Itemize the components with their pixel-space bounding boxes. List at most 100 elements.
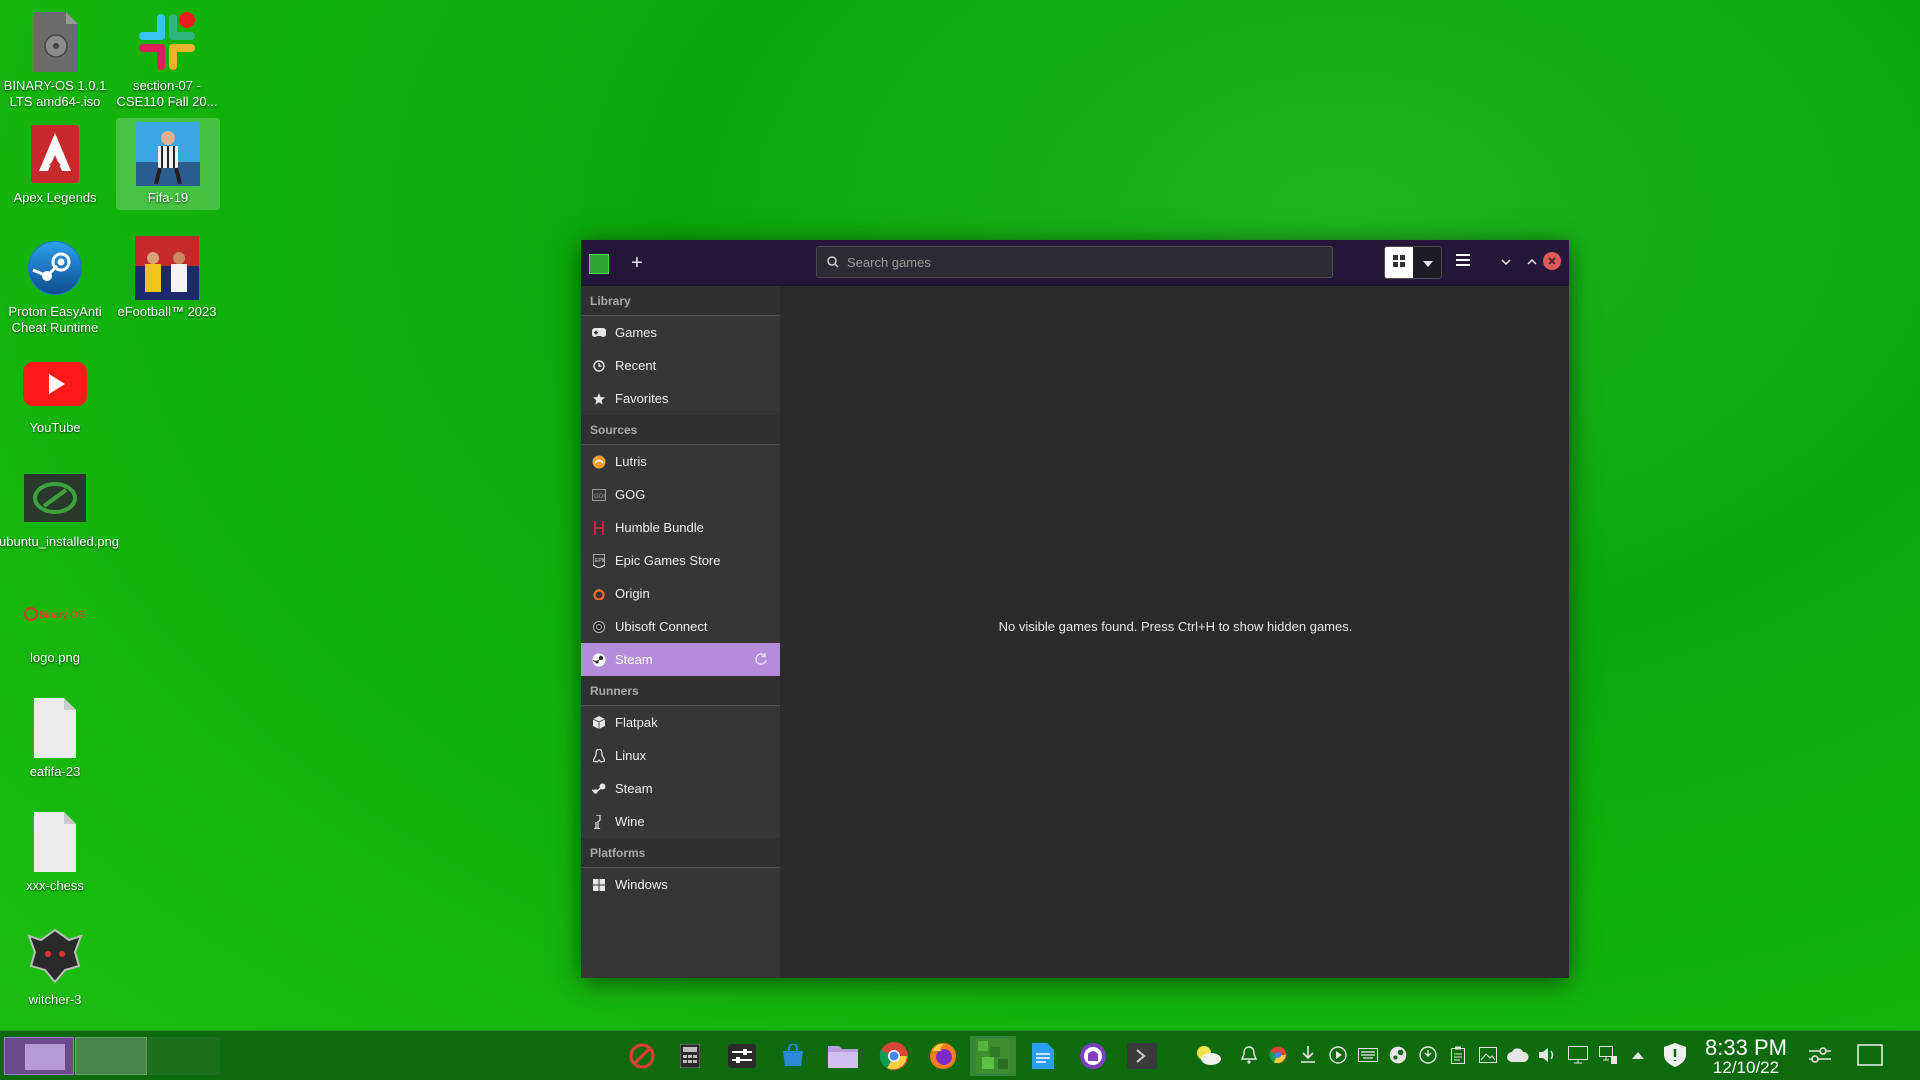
desktop-icon-binary-os-iso[interactable]: BINARY-OS 1.0.1 LTS amd64-.iso — [0, 6, 110, 116]
desktop-icon-youtube[interactable]: YouTube — [0, 348, 110, 458]
sync-icon[interactable] — [754, 652, 768, 669]
no-entry-icon[interactable] — [621, 1036, 663, 1076]
clock[interactable]: 8:33 PM 12/10/22 — [1700, 1037, 1792, 1077]
desktop-icon-xxx-chess[interactable]: xxx-chess — [0, 806, 110, 916]
sidebar-item-favorites[interactable]: Favorites — [581, 382, 780, 415]
youtube-icon — [23, 352, 87, 416]
desktop-icon-witcher-3[interactable]: witcher-3 — [0, 920, 110, 1030]
notification-icon[interactable] — [1238, 1044, 1260, 1066]
grid-view-button[interactable] — [1385, 247, 1413, 278]
binary-os-logo-icon: Binary OS — [23, 582, 87, 646]
view-options-dropdown[interactable] — [1414, 247, 1442, 278]
desktop-icon-label: witcher-3 — [28, 992, 82, 1007]
settings-sliders-icon[interactable] — [721, 1036, 763, 1076]
desktop-icon-ubuntu-installed[interactable]: ubuntu_installed.png — [0, 462, 119, 572]
display-icon[interactable] — [1567, 1044, 1589, 1066]
desktop-icon-proton-easyanticheat[interactable]: Proton EasyAnti Cheat Runtime — [0, 232, 110, 342]
apex-legends-icon — [23, 122, 87, 186]
sidebar-item-label: Windows — [615, 877, 668, 892]
sidebar-item-label: Flatpak — [615, 715, 658, 730]
witcher-icon — [23, 924, 87, 988]
keyboard-icon[interactable] — [1357, 1044, 1379, 1066]
sidebar-item-label: Epic Games Store — [615, 553, 721, 568]
update-icon[interactable] — [1417, 1044, 1439, 1066]
weather-icon[interactable] — [1194, 1044, 1222, 1066]
desktop-icon-label: Apex Legends — [13, 190, 97, 205]
sidebar-item-label: Steam — [615, 781, 653, 796]
cloud-icon[interactable] — [1507, 1044, 1529, 1066]
file-manager-icon[interactable] — [822, 1036, 864, 1076]
fifa-19-icon — [136, 122, 200, 186]
main-menu-button[interactable] — [1451, 250, 1475, 274]
sidebar-item-windows[interactable]: Windows — [581, 868, 780, 901]
desktop-icon-logo-png[interactable]: Binary OS logo.png — [0, 578, 110, 688]
screenshot-icon[interactable] — [1477, 1044, 1499, 1066]
slack-icon — [135, 10, 199, 74]
desktop-icon-fifa-19[interactable]: Fifa-19 — [116, 118, 220, 210]
workspace-3[interactable] — [148, 1037, 220, 1075]
firefox-icon[interactable] — [922, 1036, 964, 1076]
sidebar-item-flatpak[interactable]: Flatpak — [581, 706, 780, 739]
sidebar-item-lutris[interactable]: Lutris — [581, 445, 780, 478]
quick-settings-icon[interactable] — [1806, 1044, 1834, 1066]
lutris-window: + Search games Library Games Recent Favo… — [581, 240, 1569, 978]
download-icon[interactable] — [1297, 1044, 1319, 1066]
steam-tray-icon[interactable] — [1387, 1044, 1409, 1066]
security-shield-icon[interactable] — [1662, 1043, 1688, 1067]
desktop-icon-label: Fifa-19 — [147, 190, 189, 205]
workspace-2[interactable] — [75, 1037, 147, 1075]
sidebar-item-ubisoft-connect[interactable]: Ubisoft Connect — [581, 610, 780, 643]
workspace-1[interactable] — [4, 1037, 74, 1075]
chrome-tray-icon[interactable] — [1267, 1044, 1289, 1066]
show-desktop-icon[interactable] — [1856, 1044, 1884, 1066]
sidebar-header-runners: Runners — [581, 676, 780, 706]
store-icon[interactable] — [772, 1036, 814, 1076]
sidebar-item-recent[interactable]: Recent — [581, 349, 780, 382]
desktop-icon-apex-legends[interactable]: Apex Legends — [0, 118, 110, 228]
title-bar[interactable]: + — [581, 240, 1569, 286]
calculator-icon[interactable] — [669, 1036, 711, 1076]
lutris-icon — [592, 455, 606, 469]
sidebar-item-linux[interactable]: Linux — [581, 739, 780, 772]
sidebar-item-origin[interactable]: Origin — [581, 577, 780, 610]
expand-tray-icon[interactable] — [1627, 1044, 1649, 1066]
text-editor-icon[interactable] — [1022, 1036, 1064, 1076]
github-icon[interactable] — [1072, 1036, 1114, 1076]
chrome-icon[interactable] — [873, 1036, 915, 1076]
epic-games-icon: EPIC — [592, 553, 606, 568]
add-game-button[interactable]: + — [625, 250, 649, 276]
sidebar-item-steam-source[interactable]: Steam — [581, 643, 780, 676]
games-view: No visible games found. Press Ctrl+H to … — [782, 286, 1569, 978]
sidebar-item-wine[interactable]: Wine — [581, 805, 780, 838]
sidebar-item-steam-runner[interactable]: Steam — [581, 772, 780, 805]
desktop-icon-section-07[interactable]: section-07 - CSE110 Fall 20... — [112, 6, 222, 116]
lutris-icon[interactable] — [970, 1036, 1016, 1076]
sidebar-item-epic-games-store[interactable]: EPIC Epic Games Store — [581, 544, 780, 577]
desktop-icon-eafifa-23[interactable]: eafifa-23 — [0, 692, 110, 802]
close-button[interactable] — [1543, 252, 1561, 270]
humble-bundle-icon — [592, 520, 606, 535]
clipboard-icon[interactable] — [1447, 1044, 1469, 1066]
view-mode-toggle[interactable] — [1384, 246, 1442, 279]
media-play-icon[interactable] — [1327, 1044, 1349, 1066]
maximize-button[interactable] — [1523, 252, 1541, 270]
desktop-icon-label: eafifa-23 — [29, 764, 81, 779]
terminal-icon[interactable] — [1121, 1036, 1163, 1076]
volume-icon[interactable] — [1537, 1044, 1559, 1066]
sidebar-item-humble-bundle[interactable]: Humble Bundle — [581, 511, 780, 544]
minimize-button[interactable] — [1497, 252, 1515, 270]
network-icon[interactable] — [1597, 1044, 1619, 1066]
desktop-icon-efootball-2023[interactable]: eFootball™ 2023 — [112, 232, 222, 342]
sidebar-item-label: Linux — [615, 748, 647, 763]
desktop-icon-label: section-07 - CSE110 Fall 20... — [116, 78, 218, 109]
flatpak-icon — [592, 716, 606, 730]
steam-runner-icon — [592, 782, 606, 796]
chevron-down-icon — [1423, 254, 1433, 272]
taskbar: 8:33 PM 12/10/22 — [0, 1030, 1920, 1080]
search-input[interactable] — [847, 252, 1327, 272]
sidebar-item-games[interactable]: Games — [581, 316, 780, 349]
chevron-down-icon — [1501, 252, 1511, 270]
sidebar-header-sources: Sources — [581, 415, 780, 445]
sidebar-item-gog[interactable]: GOG GOG — [581, 478, 780, 511]
search-box[interactable] — [816, 246, 1333, 278]
